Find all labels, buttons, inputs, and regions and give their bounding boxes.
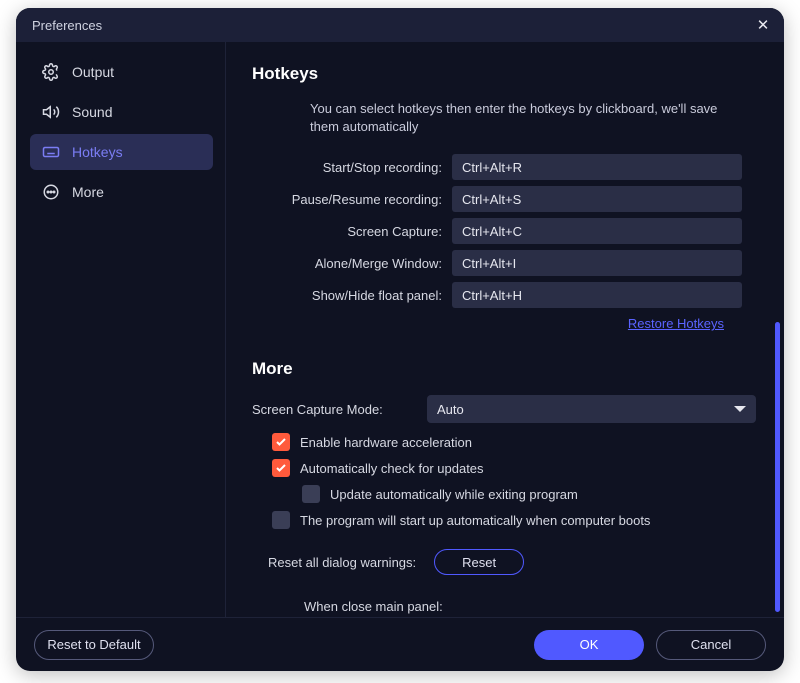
more-heading: More (252, 359, 756, 379)
checkbox-auto-update[interactable] (272, 459, 290, 477)
scroll-content: Hotkeys You can select hotkeys then ente… (226, 42, 774, 617)
check-label: Update automatically while exiting progr… (330, 487, 578, 502)
sidebar-item-hotkeys[interactable]: Hotkeys (30, 134, 213, 170)
close-button[interactable]: ✕ (752, 14, 774, 36)
sidebar-item-label: More (72, 184, 104, 200)
sidebar-item-more[interactable]: More (30, 174, 213, 210)
capture-mode-value: Auto (437, 402, 464, 417)
hotkey-row-pause-resume: Pause/Resume recording: (252, 186, 756, 212)
hotkey-row-alone-merge: Alone/Merge Window: (252, 250, 756, 276)
restore-hotkeys-link[interactable]: Restore Hotkeys (628, 316, 724, 331)
reset-warnings-row: Reset all dialog warnings: Reset (268, 549, 756, 575)
hotkey-label: Alone/Merge Window: (252, 256, 452, 271)
hotkey-row-screen-capture: Screen Capture: (252, 218, 756, 244)
check-auto-update: Automatically check for updates (272, 459, 756, 477)
sidebar-item-label: Sound (72, 104, 112, 120)
checkbox-autostart[interactable] (272, 511, 290, 529)
check-label: Enable hardware acceleration (300, 435, 472, 450)
main-panel: Hotkeys You can select hotkeys then ente… (226, 42, 784, 617)
sidebar-item-label: Hotkeys (72, 144, 123, 160)
close-panel-block: When close main panel: Minimize to syste… (304, 599, 756, 617)
check-update-exit: Update automatically while exiting progr… (302, 485, 756, 503)
hotkey-row-float-panel: Show/Hide float panel: (252, 282, 756, 308)
reset-warnings-button[interactable]: Reset (434, 549, 524, 575)
checkbox-update-exit[interactable] (302, 485, 320, 503)
capture-mode-label: Screen Capture Mode: (252, 402, 427, 417)
hotkey-input-alone-merge[interactable] (452, 250, 742, 276)
titlebar: Preferences ✕ (16, 8, 784, 42)
hotkey-row-start-stop: Start/Stop recording: (252, 154, 756, 180)
keyboard-icon (42, 143, 60, 161)
footer: Reset to Default OK Cancel (16, 617, 784, 671)
sidebar-item-output[interactable]: Output (30, 54, 213, 90)
hotkey-label: Screen Capture: (252, 224, 452, 239)
sidebar: Output Sound Hotkeys (16, 42, 226, 617)
hotkey-input-start-stop[interactable] (452, 154, 742, 180)
hotkey-label: Pause/Resume recording: (252, 192, 452, 207)
hotkey-label: Show/Hide float panel: (252, 288, 452, 303)
capture-mode-row: Screen Capture Mode: Auto (252, 395, 756, 423)
window-body: Output Sound Hotkeys (16, 42, 784, 617)
chevron-down-icon (734, 406, 746, 412)
check-label: The program will start up automatically … (300, 513, 650, 528)
sidebar-item-sound[interactable]: Sound (30, 94, 213, 130)
gear-icon (42, 63, 60, 81)
cancel-button[interactable]: Cancel (656, 630, 766, 660)
checkbox-hw-accel[interactable] (272, 433, 290, 451)
preferences-window: Preferences ✕ Output (16, 8, 784, 671)
check-hw-accel: Enable hardware acceleration (272, 433, 756, 451)
speaker-icon (42, 103, 60, 121)
check-autostart: The program will start up automatically … (272, 511, 756, 529)
ok-button[interactable]: OK (534, 630, 644, 660)
scrollbar-thumb[interactable] (775, 322, 780, 612)
hotkey-input-float-panel[interactable] (452, 282, 742, 308)
reset-warnings-label: Reset all dialog warnings: (268, 555, 416, 570)
hotkey-input-screen-capture[interactable] (452, 218, 742, 244)
close-panel-label: When close main panel: (304, 599, 756, 614)
window-title: Preferences (32, 18, 102, 33)
check-label: Automatically check for updates (300, 461, 484, 476)
close-icon: ✕ (757, 16, 770, 34)
hotkey-input-pause-resume[interactable] (452, 186, 742, 212)
capture-mode-select[interactable]: Auto (427, 395, 756, 423)
sidebar-item-label: Output (72, 64, 114, 80)
reset-to-default-button[interactable]: Reset to Default (34, 630, 154, 660)
hotkey-label: Start/Stop recording: (252, 160, 452, 175)
hotkeys-intro: You can select hotkeys then enter the ho… (310, 100, 740, 136)
hotkeys-heading: Hotkeys (252, 64, 756, 84)
more-icon (42, 183, 60, 201)
